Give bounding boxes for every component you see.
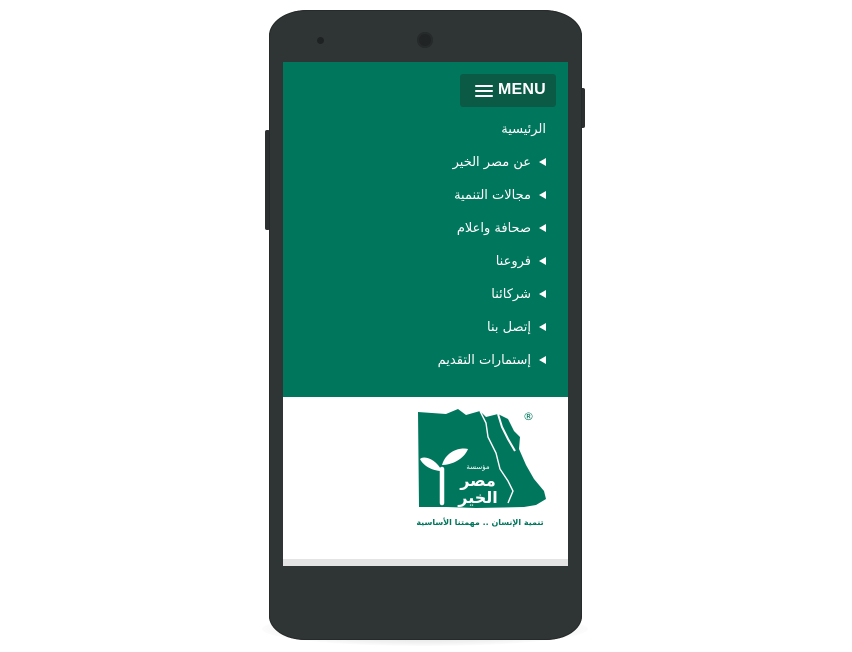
logo-tagline: تنمية الإنسان .. مهمتنا الأساسية: [416, 517, 543, 527]
phone-screen: MENU الرئيسية عن مصر الخير مجالات التنمي…: [283, 62, 568, 566]
menu-item-application-forms[interactable]: إستمارات التقديم: [438, 350, 546, 370]
menu-item-contact[interactable]: إتصل بنا: [487, 317, 546, 337]
hamburger-icon: [475, 85, 493, 97]
menu-item-label: إتصل بنا: [487, 319, 531, 335]
misr-el-kheir-logo[interactable]: ® مؤسسة مصر الخير تنمية الإنسان .. مهمتن…: [416, 407, 551, 537]
front-camera: [417, 32, 433, 48]
menu-item-label: شركائنا: [491, 286, 531, 302]
menu-label: MENU: [498, 81, 546, 98]
menu-item-branches[interactable]: فروعنا: [496, 251, 546, 271]
menu-item-label: مجالات التنمية: [454, 187, 531, 203]
logo-area: ® مؤسسة مصر الخير تنمية الإنسان .. مهمتن…: [283, 397, 568, 559]
menu-item-partners[interactable]: شركائنا: [491, 284, 546, 304]
screen-bottom-edge: [283, 559, 568, 566]
menu-item-about[interactable]: عن مصر الخير: [453, 152, 546, 172]
logo-name-line2: الخير: [457, 488, 498, 507]
menu-item-label: إستمارات التقديم: [437, 352, 531, 368]
logo-small-text: مؤسسة: [466, 463, 489, 471]
menu-item-label: فروعنا: [495, 253, 531, 269]
menu-item-label: صحافة واعلام: [456, 220, 531, 236]
arrow-left-icon: [539, 191, 546, 199]
menu-item-press-media[interactable]: صحافة واعلام: [457, 218, 546, 238]
stage: MENU الرئيسية عن مصر الخير مجالات التنمي…: [0, 0, 852, 652]
navigation-panel: MENU الرئيسية عن مصر الخير مجالات التنمي…: [283, 62, 568, 397]
arrow-left-icon: [539, 224, 546, 232]
menu-item-home[interactable]: الرئيسية: [501, 119, 546, 139]
arrow-left-icon: [539, 290, 546, 298]
arrow-left-icon: [539, 356, 546, 364]
arrow-left-icon: [539, 158, 546, 166]
arrow-left-icon: [539, 257, 546, 265]
menu-toggle-button[interactable]: MENU: [460, 74, 556, 107]
menu-item-label: الرئيسية: [501, 121, 546, 137]
arrow-left-icon: [539, 323, 546, 331]
menu-item-label: عن مصر الخير: [452, 154, 531, 170]
registered-mark: ®: [523, 410, 534, 423]
sensor-dot: [317, 37, 324, 44]
menu-item-development-fields[interactable]: مجالات التنمية: [454, 185, 546, 205]
